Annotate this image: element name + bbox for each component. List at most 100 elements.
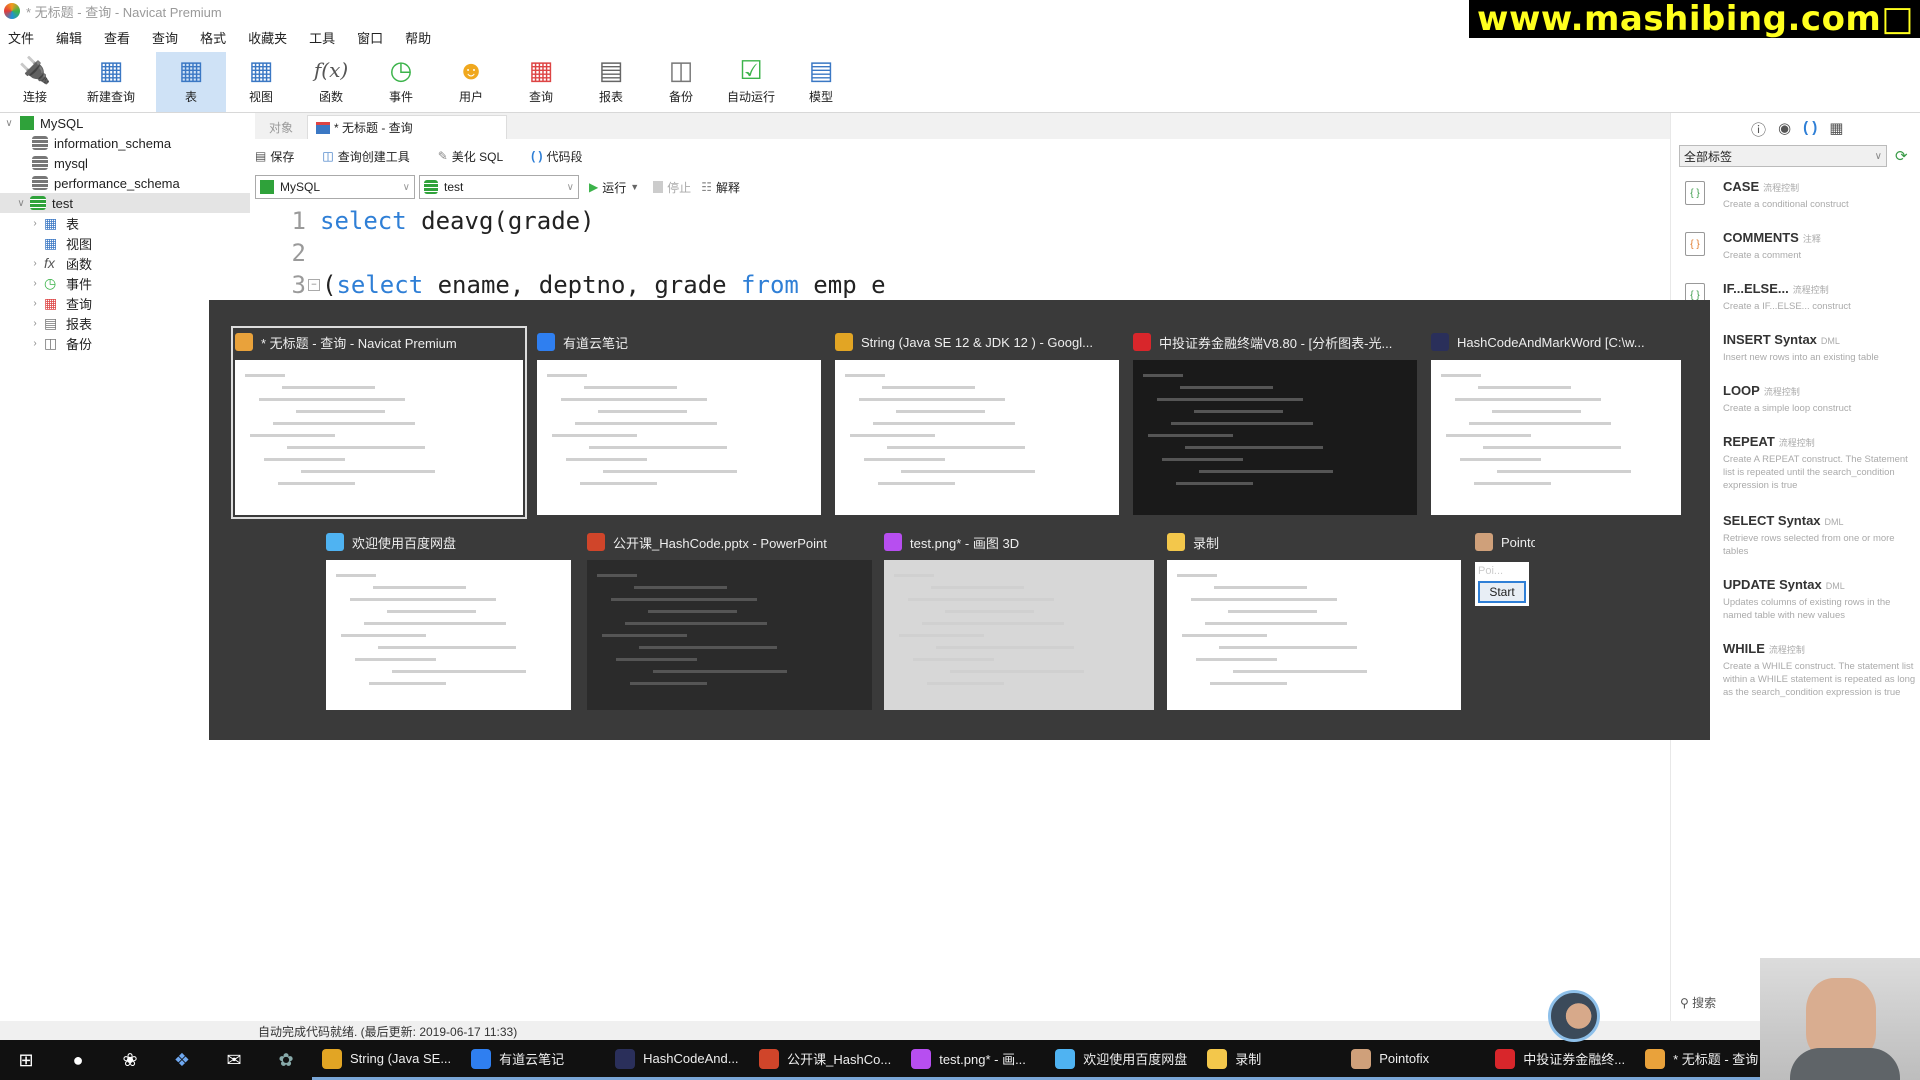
start-button[interactable]: ⊞: [0, 1040, 52, 1080]
snippet-item[interactable]: INSERT Syntax DML Insert new rows into an …: [1685, 332, 1917, 364]
chevron-right-icon[interactable]: ›: [28, 278, 42, 289]
braces-icon[interactable]: ( ): [1803, 119, 1817, 140]
taskbar-item[interactable]: HashCodeAnd...: [605, 1040, 750, 1080]
menu-edit[interactable]: 编辑: [48, 28, 96, 47]
chevron-right-icon[interactable]: ›: [28, 258, 42, 269]
app-icon: [1351, 1048, 1372, 1069]
menu-query[interactable]: 查询: [144, 28, 192, 47]
pinned-app-button[interactable]: ❀: [104, 1040, 156, 1080]
tree-item-table[interactable]: › ▦ 表: [0, 213, 250, 233]
switcher-window[interactable]: PointofixPoi...Start: [1475, 530, 1535, 606]
switcher-window[interactable]: 公开课_HashCode.pptx - PowerPoint: [587, 530, 872, 710]
menu-format[interactable]: 格式: [192, 28, 240, 47]
menu-file[interactable]: 文件: [0, 28, 48, 47]
pinned-mail-button[interactable]: ✉: [208, 1040, 260, 1080]
switcher-window[interactable]: * 无标题 - 查询 - Navicat Premium: [231, 326, 527, 519]
tag-filter-select[interactable]: 全部标签 ∨: [1679, 145, 1887, 167]
toolbar-table-button[interactable]: ▦ 表: [156, 52, 226, 112]
menu-tools[interactable]: 工具: [301, 28, 349, 47]
dropdown-caret-icon[interactable]: ▼: [630, 182, 639, 192]
snippet-file-icon: { }: [1685, 181, 1705, 205]
toolbar-new-query-button[interactable]: ▦ 新建查询: [76, 52, 146, 112]
switcher-window[interactable]: HashCodeAndMarkWord [C:\w...: [1431, 330, 1681, 515]
toolbar-connection-button[interactable]: 🔌 连接: [0, 52, 70, 112]
pinned-app-button[interactable]: ✿: [260, 1040, 312, 1080]
toolbar-event-clock-button[interactable]: ◷ 事件: [366, 52, 436, 112]
switcher-window[interactable]: test.png* - 画图 3D: [884, 530, 1154, 710]
chevron-right-icon[interactable]: ›: [28, 298, 42, 309]
menu-favorites[interactable]: 收藏夹: [240, 28, 301, 47]
switcher-window[interactable]: 有道云笔记: [537, 330, 821, 515]
snippet-item[interactable]: { } IF...ELSE... 流程控制 Create a IF...ELSE...…: [1685, 281, 1917, 313]
menu-view[interactable]: 查看: [96, 28, 144, 47]
tree-item-function[interactable]: › fx 函数: [0, 253, 250, 273]
taskbar-item[interactable]: 中投证券金融终...: [1485, 1040, 1636, 1080]
save-button[interactable]: ▤ 保存: [255, 148, 308, 165]
tree-db-information-schema[interactable]: information_schema: [0, 133, 250, 153]
toolbar-view-button[interactable]: ▦ 视图: [226, 52, 296, 112]
taskbar-item[interactable]: 有道云笔记: [461, 1040, 606, 1080]
tree-db-test[interactable]: ∨ test: [0, 193, 250, 213]
tree-db-mysql[interactable]: mysql: [0, 153, 250, 173]
switcher-window[interactable]: 欢迎使用百度网盘: [326, 530, 571, 710]
taskbar-item[interactable]: 欢迎使用百度网盘: [1045, 1040, 1198, 1080]
snippet-item[interactable]: WHILE 流程控制 Create a WHILE construct. The s…: [1685, 641, 1917, 699]
menu-window[interactable]: 窗口: [349, 28, 397, 47]
snippet-item[interactable]: SELECT Syntax DML Retrieve rows selected f…: [1685, 513, 1917, 558]
connection-select[interactable]: MySQL ∨: [255, 175, 415, 199]
explain-button[interactable]: ☷ 解释: [701, 179, 740, 196]
tree-item-event[interactable]: › ◷ 事件: [0, 273, 250, 293]
menu-help[interactable]: 帮助: [397, 28, 445, 47]
toolbar-user-button[interactable]: ☻ 用户: [436, 52, 506, 112]
chevron-right-icon[interactable]: ›: [28, 218, 42, 229]
toolbar-model-button[interactable]: ▤ 模型: [786, 52, 856, 112]
eye-icon[interactable]: ◉: [1778, 119, 1791, 140]
stop-button[interactable]: 停止: [653, 179, 691, 196]
taskbar-item[interactable]: Pointofix: [1341, 1040, 1486, 1080]
taskbar-item[interactable]: test.png* - 画...: [901, 1040, 1046, 1080]
snippet-item[interactable]: UPDATE Syntax DML Updates columns of exist…: [1685, 577, 1917, 622]
pointofix-start-button[interactable]: Start: [1478, 581, 1526, 603]
taskbar-item[interactable]: 录制: [1197, 1040, 1342, 1080]
database-select[interactable]: test ∨: [419, 175, 579, 199]
cortana-button[interactable]: ●: [52, 1040, 104, 1080]
search-link[interactable]: ⚲ 搜索: [1680, 994, 1716, 1011]
chevron-down-icon[interactable]: ∨: [2, 118, 16, 129]
pinned-app-button[interactable]: ❖: [156, 1040, 208, 1080]
chevron-right-icon[interactable]: ›: [28, 338, 42, 349]
code-snippet-button[interactable]: ( ) 代码段: [531, 148, 596, 165]
query-builder-button[interactable]: ◫ 查询创建工具: [322, 148, 423, 165]
toolbar-function-button[interactable]: f(x) 函数: [296, 52, 366, 112]
tree-item-view[interactable]: ▦ 视图: [0, 233, 250, 253]
tree-db-performance-schema[interactable]: performance_schema: [0, 173, 250, 193]
switcher-window[interactable]: 录制: [1167, 530, 1461, 710]
switcher-window[interactable]: String (Java SE 12 & JDK 12 ) - Googl...: [835, 330, 1119, 515]
info-icon[interactable]: ⓘ: [1751, 119, 1766, 140]
switcher-window[interactable]: 中投证券金融终端V8.80 - [分析图表-光...: [1133, 330, 1417, 515]
toolbar-backup-button[interactable]: ◫ 备份: [646, 52, 716, 112]
add-snippet-icon[interactable]: ⟳: [1895, 147, 1908, 165]
grid-icon[interactable]: ▦: [1829, 119, 1843, 140]
chevron-down-icon[interactable]: ∨: [14, 198, 28, 209]
floating-avatar[interactable]: [1548, 990, 1600, 1042]
toolbar-query-button[interactable]: ▦ 查询: [506, 52, 576, 112]
sql-editor[interactable]: 1 select deavg(grade) 2 3 − (select enam…: [255, 205, 1670, 315]
view-icon: ▦: [44, 235, 58, 251]
snippet-item[interactable]: REPEAT 流程控制 Create A REPEAT construct. The…: [1685, 434, 1917, 492]
taskbar-item[interactable]: String (Java SE...: [312, 1040, 462, 1080]
run-button[interactable]: ▶ 运行 ▼: [589, 179, 639, 196]
chevron-right-icon[interactable]: ›: [28, 318, 42, 329]
toolbar-automation-button[interactable]: ☑ 自动运行: [716, 52, 786, 112]
beautify-sql-button[interactable]: ✎ 美化 SQL: [438, 148, 517, 165]
fold-toggle-icon[interactable]: −: [308, 279, 320, 291]
tab-objects[interactable]: 对象: [255, 115, 307, 139]
taskbar-item[interactable]: 公开课_HashCo...: [749, 1040, 902, 1080]
snippet-item[interactable]: { } COMMENTS 注释 Create a comment: [1685, 230, 1917, 262]
mail-icon: ✉: [226, 1049, 242, 1070]
toolbar-report-button[interactable]: ▤ 报表: [576, 52, 646, 112]
snippet-item[interactable]: { } CASE 流程控制 Create a conditional construc…: [1685, 179, 1917, 211]
snippet-item[interactable]: LOOP 流程控制 Create a simple loop construct: [1685, 383, 1917, 415]
report-icon: ▤: [44, 315, 58, 331]
tab-untitled-query[interactable]: * 无标题 - 查询: [307, 115, 508, 139]
tree-connection-mysql[interactable]: ∨ MySQL: [0, 113, 250, 133]
